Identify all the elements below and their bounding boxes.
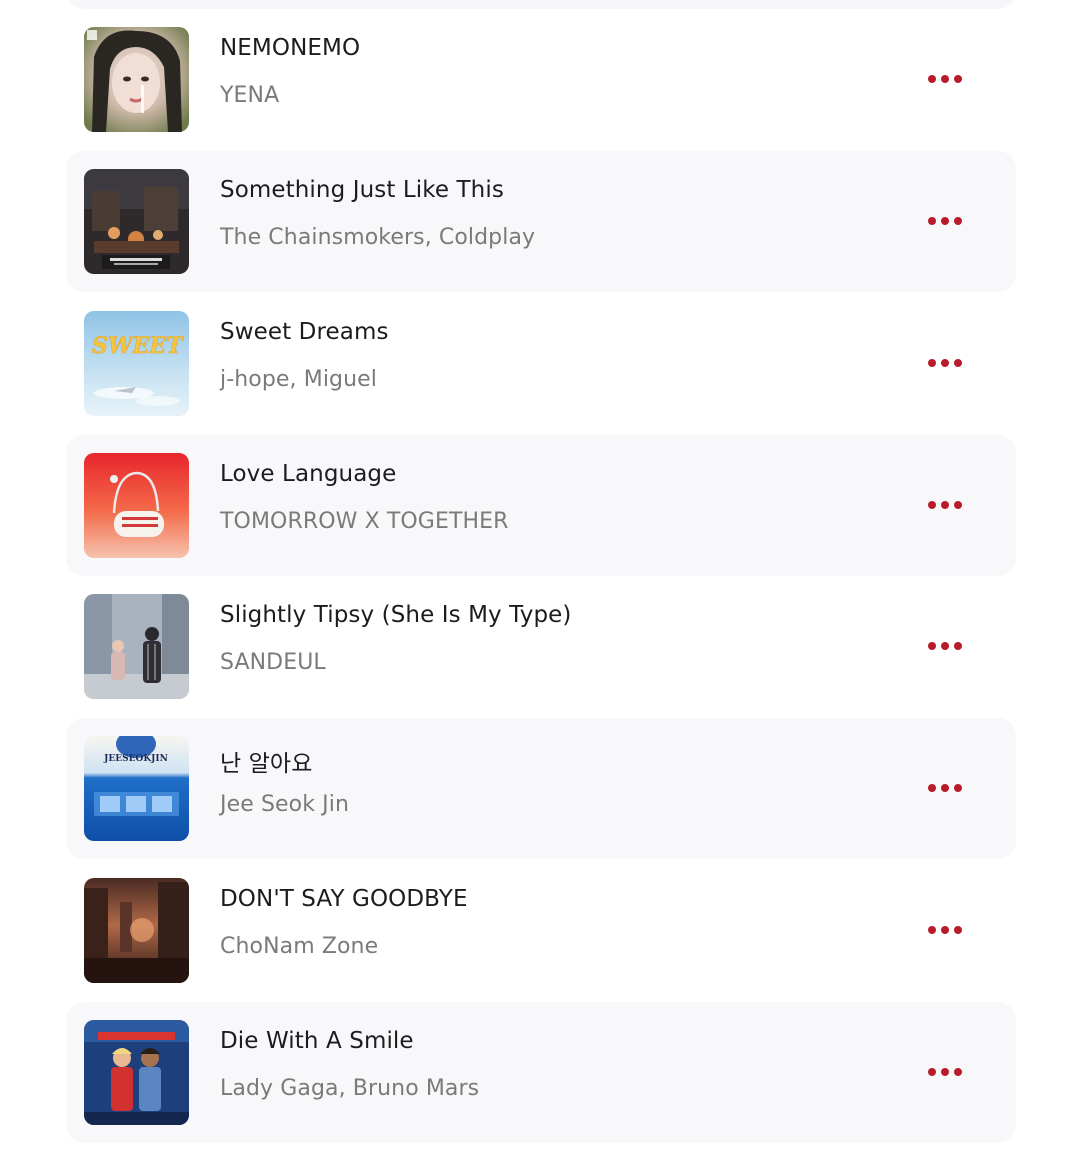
album-cover: SWEET DREAMS	[84, 311, 189, 416]
album-cover	[84, 453, 189, 558]
song-title: DON'T SAY GOODBYE	[220, 886, 468, 912]
more-options-icon[interactable]	[918, 201, 972, 241]
song-title: Love Language	[220, 461, 397, 487]
more-options-icon[interactable]	[918, 1052, 972, 1092]
song-row[interactable]: SWEET DREAMS Sweet Dreams j-hope, Miguel	[66, 293, 1016, 434]
song-artist: SANDEUL	[220, 650, 326, 675]
more-options-icon[interactable]	[918, 59, 972, 99]
song-row[interactable]: JEESEOKJIN 난 알아요 Jee Seok Jin	[66, 718, 1016, 859]
song-artist: YENA	[220, 83, 280, 108]
more-options-icon[interactable]	[918, 910, 972, 950]
album-cover	[84, 1020, 189, 1125]
more-options-icon[interactable]	[918, 485, 972, 525]
song-row[interactable]: Something Just Like This The Chainsmoker…	[66, 151, 1016, 292]
song-title: Die With A Smile	[220, 1028, 414, 1054]
song-title: Sweet Dreams	[220, 319, 389, 345]
song-title: 난 알아요	[220, 751, 313, 777]
album-cover	[84, 169, 189, 274]
more-options-icon[interactable]	[918, 626, 972, 666]
song-artist: TOMORROW X TOGETHER	[220, 509, 509, 534]
more-options-icon[interactable]	[918, 343, 972, 383]
svg-text:JEESEOKJIN: JEESEOKJIN	[103, 754, 168, 764]
list-item-partial	[66, 0, 1016, 9]
album-cover: JEESEOKJIN	[84, 736, 189, 841]
album-cover	[84, 27, 189, 132]
song-list: NEMONEMO YENA Something Just Like This T…	[0, 0, 1080, 1150]
song-row[interactable]: Slightly Tipsy (She Is My Type) SANDEUL	[66, 576, 1016, 717]
song-row[interactable]: NEMONEMO YENA	[66, 9, 1016, 150]
song-artist: Lady Gaga, Bruno Mars	[220, 1076, 480, 1101]
song-artist: ChoNam Zone	[220, 934, 379, 959]
song-row[interactable]: Love Language TOMORROW X TOGETHER	[66, 435, 1016, 576]
song-title: Something Just Like This	[220, 177, 504, 203]
song-row[interactable]: DON'T SAY GOODBYE ChoNam Zone	[66, 860, 1016, 1001]
song-title: NEMONEMO	[220, 35, 361, 61]
song-row[interactable]: Die With A Smile Lady Gaga, Bruno Mars	[66, 1002, 1016, 1143]
song-title: Slightly Tipsy (She Is My Type)	[220, 602, 572, 628]
album-cover	[84, 594, 189, 699]
more-options-icon[interactable]	[918, 768, 972, 808]
song-artist: j-hope, Miguel	[220, 367, 377, 392]
svg-text:SWEET DREAMS: SWEET DREAMS	[92, 333, 189, 359]
song-artist: The Chainsmokers, Coldplay	[220, 225, 536, 250]
album-cover	[84, 878, 189, 983]
song-artist: Jee Seok Jin	[220, 792, 349, 817]
